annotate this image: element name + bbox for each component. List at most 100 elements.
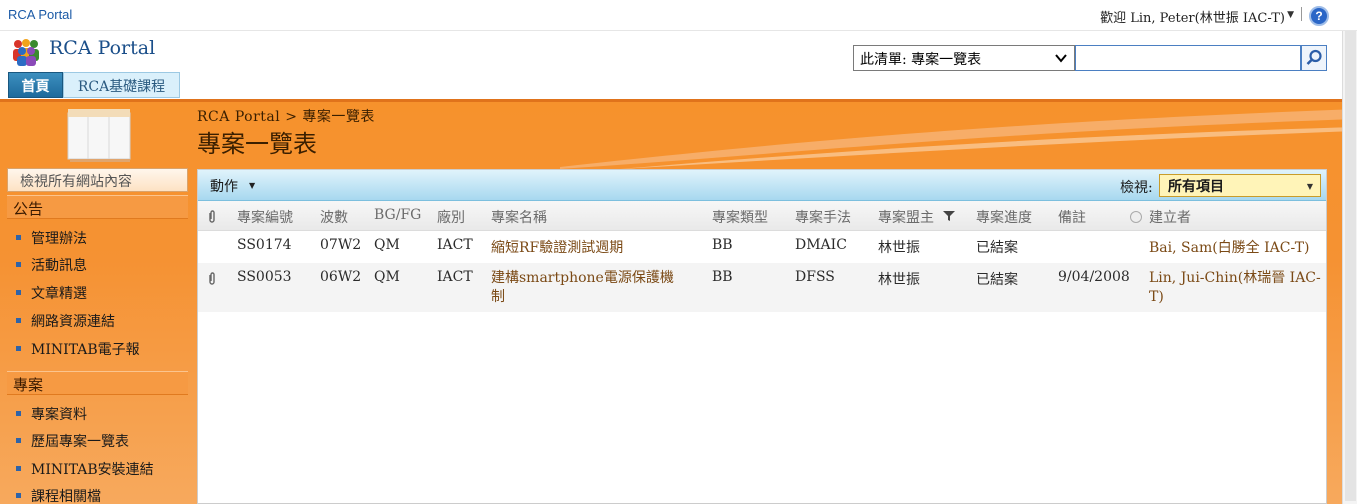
column-header-project-progress[interactable]: 專案進度 <box>976 207 1032 227</box>
search-scope-select[interactable]: 此清單: 專案一覽表 <box>853 45 1075 71</box>
nav-heading-announcements[interactable]: 公告 <box>7 195 188 219</box>
nav-item-label: 專案資料 <box>31 407 87 423</box>
cell-project-type: BB <box>712 237 733 253</box>
cell-project-method: DFSS <box>795 269 835 285</box>
column-header-project-name[interactable]: 專案名稱 <box>491 207 547 227</box>
nav-item[interactable]: 網路資源連結 <box>7 306 188 333</box>
table-row[interactable]: SS0053 06W2 QM IACT 建構smartphone電源保護機制 B… <box>198 263 1326 312</box>
view-select-value: 所有項目 <box>1168 179 1224 195</box>
bullet-icon <box>16 411 21 416</box>
column-header-created-by[interactable]: 建立者 <box>1149 207 1191 227</box>
paperclip-icon[interactable] <box>207 210 217 224</box>
cell-plant: IACT <box>437 237 473 253</box>
nav-item[interactable]: 文章精選 <box>7 278 188 305</box>
breadcrumb[interactable]: RCA Portal > 專案一覽表 <box>197 106 375 126</box>
cell-project-progress: 已結案 <box>976 240 1018 256</box>
column-header-project-type[interactable]: 專案類型 <box>712 207 768 227</box>
view-select[interactable]: 所有項目 ▼ <box>1159 174 1321 197</box>
bullet-icon <box>16 318 21 323</box>
cell-note: 9/04/2008 <box>1058 269 1130 285</box>
cell-bg-fg: QM <box>374 269 400 285</box>
column-header-plant[interactable]: 廠別 <box>437 207 465 227</box>
bullet-icon <box>16 346 21 351</box>
column-header-project-owner[interactable]: 專案盟主 <box>878 207 934 227</box>
paperclip-icon <box>209 272 215 285</box>
bullet-icon <box>16 493 21 498</box>
chevron-down-icon[interactable]: ▼ <box>1287 10 1294 20</box>
scrollbar-thumb[interactable] <box>1345 31 1356 501</box>
list-view: 動作 ▼ 檢視: 所有項目 ▼ 專案編號 波數 BG/FG 廠別 專案名稱 專案… <box>197 169 1327 504</box>
people-logo-icon <box>13 39 39 66</box>
site-header: RCA Portal 此清單: 專案一覽表 首頁 RCA基礎課程 <box>0 31 1357 99</box>
column-header-wave[interactable]: 波數 <box>320 207 348 227</box>
page-title: 專案一覽表 <box>197 130 317 158</box>
nav-item[interactable]: 活動訊息 <box>7 250 188 277</box>
column-header-project-id[interactable]: 專案編號 <box>237 207 293 227</box>
filter-icon[interactable] <box>942 210 956 222</box>
bullet-icon <box>16 290 21 295</box>
view-label: 檢視: <box>1120 180 1153 196</box>
column-header-project-method[interactable]: 專案手法 <box>795 207 851 227</box>
search-scope-value: 此清單: 專案一覽表 <box>860 52 982 68</box>
column-header-note[interactable]: 備註 <box>1058 207 1086 227</box>
cell-wave: 06W2 <box>320 269 362 285</box>
cell-wave: 07W2 <box>320 237 362 253</box>
nav-item-label: 活動訊息 <box>31 258 87 274</box>
bullet-icon <box>16 262 21 267</box>
presence-icon <box>1130 211 1142 223</box>
cell-created-by-link[interactable]: Bai, Sam(白勝全 IAC-T) <box>1149 237 1310 257</box>
band-divider <box>0 99 1357 102</box>
divider <box>1301 7 1302 21</box>
site-title[interactable]: RCA Portal <box>49 37 155 59</box>
help-icon[interactable]: ? <box>1309 6 1329 26</box>
bullet-icon <box>16 438 21 443</box>
cell-project-owner: 林世振 <box>878 240 920 256</box>
nav-item[interactable]: 專案資料 <box>7 399 188 426</box>
list-toolbar: 動作 ▼ 檢視: 所有項目 ▼ <box>198 170 1326 201</box>
cell-created-by-link[interactable]: Lin, Jui-Chin(林瑞晉 IAC-T) <box>1149 269 1321 307</box>
nav-item[interactable]: 管理辦法 <box>7 223 188 250</box>
tab-home[interactable]: 首頁 <box>8 72 63 98</box>
table-row[interactable]: SS0174 07W2 QM IACT 縮短RF驗證測試週期 BB DMAIC … <box>198 231 1326 263</box>
cell-project-name-link[interactable]: 縮短RF驗證測試週期 <box>491 237 623 257</box>
actions-menu[interactable]: 動作 <box>210 176 238 196</box>
welcome-menu[interactable]: 歡迎 Lin, Peter(林世振 IAC-T) <box>1100 7 1285 26</box>
search-icon <box>1306 49 1322 65</box>
nav-item-label: 課程相關檔 <box>31 489 101 504</box>
search-input[interactable] <box>1075 45 1301 71</box>
chevron-down-icon <box>1055 54 1067 63</box>
view-all-site-content-link[interactable]: 檢視所有網站內容 <box>7 168 188 192</box>
nav-item-label: 文章精選 <box>31 286 87 302</box>
nav-item-label: MINITAB電子報 <box>31 342 140 358</box>
cell-bg-fg: QM <box>374 237 400 253</box>
cell-project-progress: 已結案 <box>976 272 1018 288</box>
site-name-link[interactable]: RCA Portal <box>8 7 72 22</box>
vertical-scrollbar[interactable] <box>1342 31 1357 504</box>
decorative-wave <box>560 109 1357 169</box>
column-header-bg-fg[interactable]: BG/FG <box>374 207 421 223</box>
nav-item-label: 管理辦法 <box>31 231 87 247</box>
top-bar: RCA Portal 歡迎 Lin, Peter(林世振 IAC-T) ▼ ? <box>0 0 1357 31</box>
search-button[interactable] <box>1301 45 1327 71</box>
nav-item[interactable]: 課程相關檔 <box>7 481 188 504</box>
bullet-icon <box>16 466 21 471</box>
nav-item-label: 網路資源連結 <box>31 314 115 330</box>
nav-heading-projects[interactable]: 專案 <box>7 371 188 395</box>
cell-project-method: DMAIC <box>795 237 847 253</box>
cell-project-name-link[interactable]: 建構smartphone電源保護機制 <box>491 269 677 307</box>
list-page-icon <box>67 109 131 162</box>
chevron-down-icon[interactable]: ▼ <box>249 181 255 190</box>
nav-item[interactable]: MINITAB安裝連結 <box>7 454 188 481</box>
nav-item[interactable]: 歷屆專案一覽表 <box>7 426 188 453</box>
chevron-down-icon: ▼ <box>1306 181 1313 191</box>
list-header: 專案編號 波數 BG/FG 廠別 專案名稱 專案類型 專案手法 專案盟主 專案進… <box>198 201 1326 231</box>
cell-plant: IACT <box>437 269 473 285</box>
cell-project-owner: 林世振 <box>878 272 920 288</box>
cell-project-id: SS0174 <box>237 237 292 253</box>
nav-item[interactable]: MINITAB電子報 <box>7 334 188 361</box>
cell-project-id: SS0053 <box>237 269 292 285</box>
bullet-icon <box>16 235 21 240</box>
nav-item-label: MINITAB安裝連結 <box>31 462 154 478</box>
nav-item-label: 歷屆專案一覽表 <box>31 434 129 450</box>
tab-rca-basics[interactable]: RCA基礎課程 <box>63 72 180 98</box>
